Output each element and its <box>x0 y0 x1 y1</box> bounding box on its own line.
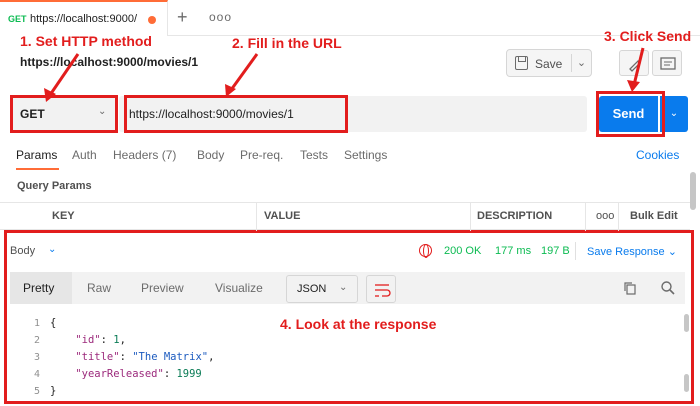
divider <box>575 242 576 260</box>
tab-body[interactable]: Body <box>197 148 224 162</box>
column-value: VALUE <box>264 210 301 222</box>
line-number: 1 <box>33 318 40 329</box>
code-line: { <box>50 317 57 329</box>
active-tab-indicator <box>16 168 59 170</box>
table-more-icon[interactable]: ooo <box>596 210 614 222</box>
column-divider <box>585 203 586 231</box>
response-scrollbar-lower[interactable] <box>684 374 689 392</box>
chevron-down-icon: ⌄ <box>339 282 348 293</box>
bulk-edit-link[interactable]: Bulk Edit <box>630 210 678 222</box>
json-title-value: The Matrix <box>138 351 202 363</box>
search-icon[interactable] <box>660 280 676 296</box>
chevron-down-icon[interactable]: ⌄ <box>48 244 56 255</box>
arrow-step-2 <box>229 53 259 91</box>
column-key: KEY <box>52 210 75 222</box>
wrap-lines-icon <box>375 284 391 297</box>
save-response-button[interactable]: Save Response ⌄ <box>587 245 677 258</box>
request-scrollbar[interactable] <box>690 172 696 210</box>
tab-params[interactable]: Params <box>16 148 57 162</box>
view-tab-preview[interactable]: Preview <box>141 281 184 295</box>
response-code-editor[interactable]: 1 2 3 4 5 { "id": 1, "title": "The Matri… <box>10 310 685 402</box>
arrow-step-1 <box>48 53 80 96</box>
line-number: 4 <box>33 369 40 380</box>
status-code: 200 OK <box>444 245 482 257</box>
code-line: "title": "The Matrix", <box>75 351 215 363</box>
json-year-value: 1999 <box>176 368 202 380</box>
view-tab-pretty[interactable]: Pretty <box>23 281 54 295</box>
copy-icon[interactable] <box>622 280 638 296</box>
format-select[interactable]: JSON ⌄ <box>286 275 358 303</box>
query-params-heading: Query Params <box>17 180 92 192</box>
query-params-table: KEY VALUE DESCRIPTION ooo Bulk Edit <box>0 202 690 231</box>
arrow-head-step-3 <box>627 80 640 92</box>
response-time: 177 ms <box>495 245 532 257</box>
line-number: 3 <box>33 352 40 363</box>
view-tab-visualize[interactable]: Visualize <box>215 281 263 295</box>
wrap-lines-button[interactable] <box>366 275 396 303</box>
code-line: } <box>50 385 57 397</box>
tab-auth[interactable]: Auth <box>72 148 97 162</box>
column-divider <box>618 203 619 231</box>
tab-headers[interactable]: Headers (7) <box>113 148 176 162</box>
response-scrollbar[interactable] <box>684 314 689 332</box>
response-size: 197 B <box>541 245 570 257</box>
code-line: "yearReleased": 1999 <box>75 368 202 380</box>
tab-pre-request[interactable]: Pre-req. <box>240 148 283 162</box>
column-divider <box>470 203 471 231</box>
tab-tests[interactable]: Tests <box>300 148 328 162</box>
save-response-label: Save Response <box>587 246 665 258</box>
column-description: DESCRIPTION <box>477 210 553 222</box>
column-divider <box>256 203 257 231</box>
format-value: JSON <box>297 283 327 295</box>
json-id-value: 1 <box>113 334 120 346</box>
globe-icon[interactable] <box>419 244 432 258</box>
line-number: 2 <box>33 335 40 346</box>
tab-settings[interactable]: Settings <box>344 148 387 162</box>
cookies-link[interactable]: Cookies <box>636 148 679 162</box>
line-number: 5 <box>33 386 40 397</box>
arrow-step-3 <box>632 47 645 86</box>
view-tab-raw[interactable]: Raw <box>87 281 111 295</box>
response-body-label[interactable]: Body <box>10 245 35 257</box>
code-line: "id": 1, <box>75 334 126 346</box>
